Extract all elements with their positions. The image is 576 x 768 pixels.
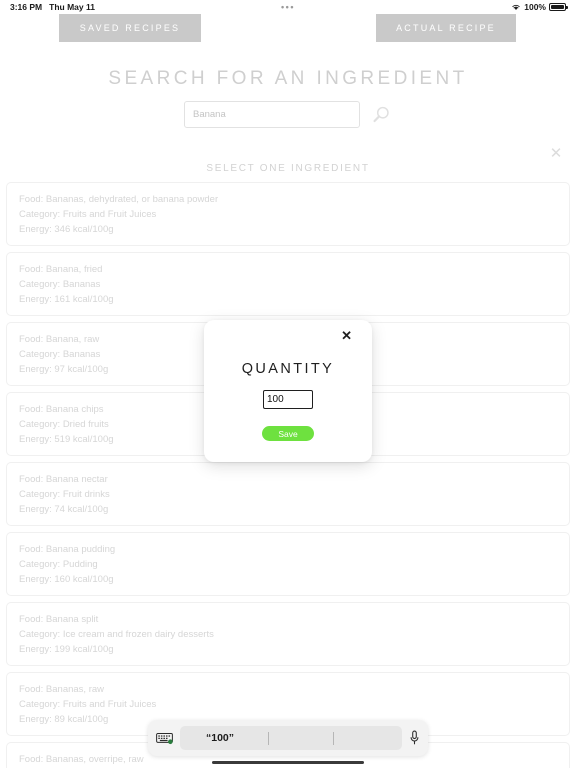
list-item[interactable]: Food: Banana split Category: Ice cream a… (6, 602, 570, 666)
item-category: Category: Ice cream and frozen dairy des… (19, 629, 214, 640)
battery-full-icon (549, 3, 568, 11)
status-time: 3:16 PM (10, 2, 43, 12)
item-category: Category: Fruits and Fruit Juices (19, 699, 157, 710)
item-energy: Energy: 160 kcal/100g (19, 574, 114, 585)
battery-percent: 100% (524, 2, 546, 12)
item-food: Food: Banana pudding (19, 544, 116, 555)
item-category: Category: Fruit drinks (19, 489, 110, 500)
suggestion-divider (268, 731, 269, 745)
item-food: Food: Bananas, dehydrated, or banana pow… (19, 194, 219, 205)
quantity-input[interactable] (263, 390, 313, 409)
item-category: Category: Bananas (19, 279, 101, 290)
item-food: Food: Banana nectar (19, 474, 108, 485)
suggestion-divider (333, 731, 334, 745)
item-category: Category: Fruits and Fruit Juices (19, 209, 157, 220)
list-item[interactable]: Food: Bananas, dehydrated, or banana pow… (6, 182, 570, 246)
suggestion-strip[interactable]: “100” (180, 726, 402, 750)
suggestion-word[interactable]: “100” (206, 732, 234, 744)
modal-close-icon[interactable]: ✕ (341, 329, 352, 342)
app-root: 3:16 PM Thu May 11 ••• 100% SAVED RECIPE… (0, 0, 576, 768)
modal-title: QUANTITY (241, 361, 335, 377)
status-bar-left: 3:16 PM Thu May 11 (10, 2, 95, 12)
item-energy: Energy: 346 kcal/100g (19, 224, 114, 235)
item-category: Category: Pudding (19, 559, 98, 570)
actual-recipe-button[interactable]: ACTUAL RECIPE (376, 14, 516, 42)
top-navigation: SAVED RECIPES ACTUAL RECIPE (0, 14, 576, 44)
list-item[interactable]: Food: Banana pudding Category: Pudding E… (6, 532, 570, 596)
microphone-icon[interactable] (409, 730, 420, 746)
select-ingredient-label: SELECT ONE INGREDIENT (206, 163, 370, 174)
status-bar: 3:16 PM Thu May 11 ••• 100% (0, 0, 576, 14)
status-bar-right: 100% (511, 2, 568, 12)
search-row (0, 101, 576, 128)
list-item[interactable]: Food: Banana, fried Category: Bananas En… (6, 252, 570, 316)
keyboard-icon[interactable] (156, 732, 173, 745)
search-input[interactable] (184, 101, 360, 128)
close-icon[interactable]: ✕ (547, 145, 565, 163)
search-icon[interactable] (370, 104, 392, 126)
status-date: Thu May 11 (49, 2, 95, 12)
item-energy: Energy: 161 kcal/100g (19, 294, 114, 305)
item-food: Food: Banana, fried (19, 264, 103, 275)
ingredient-results-list[interactable]: Food: Bananas, dehydrated, or banana pow… (0, 182, 576, 768)
item-food: Food: Bananas, raw (19, 684, 105, 695)
page-title: SEARCH FOR AN INGREDIENT (108, 68, 468, 89)
list-item[interactable]: Food: Banana nectar Category: Fruit drin… (6, 462, 570, 526)
save-button[interactable]: Save (262, 426, 314, 441)
wifi-icon (512, 4, 520, 10)
item-energy: Energy: 199 kcal/100g (19, 644, 114, 655)
home-indicator[interactable] (212, 761, 364, 764)
saved-recipes-button[interactable]: SAVED RECIPES (59, 14, 201, 42)
item-food: Food: Banana split (19, 614, 99, 625)
keyboard-suggestion-bar: “100” (148, 720, 428, 756)
item-energy: Energy: 74 kcal/100g (19, 504, 109, 515)
quantity-modal: ✕ QUANTITY Save (204, 320, 372, 462)
